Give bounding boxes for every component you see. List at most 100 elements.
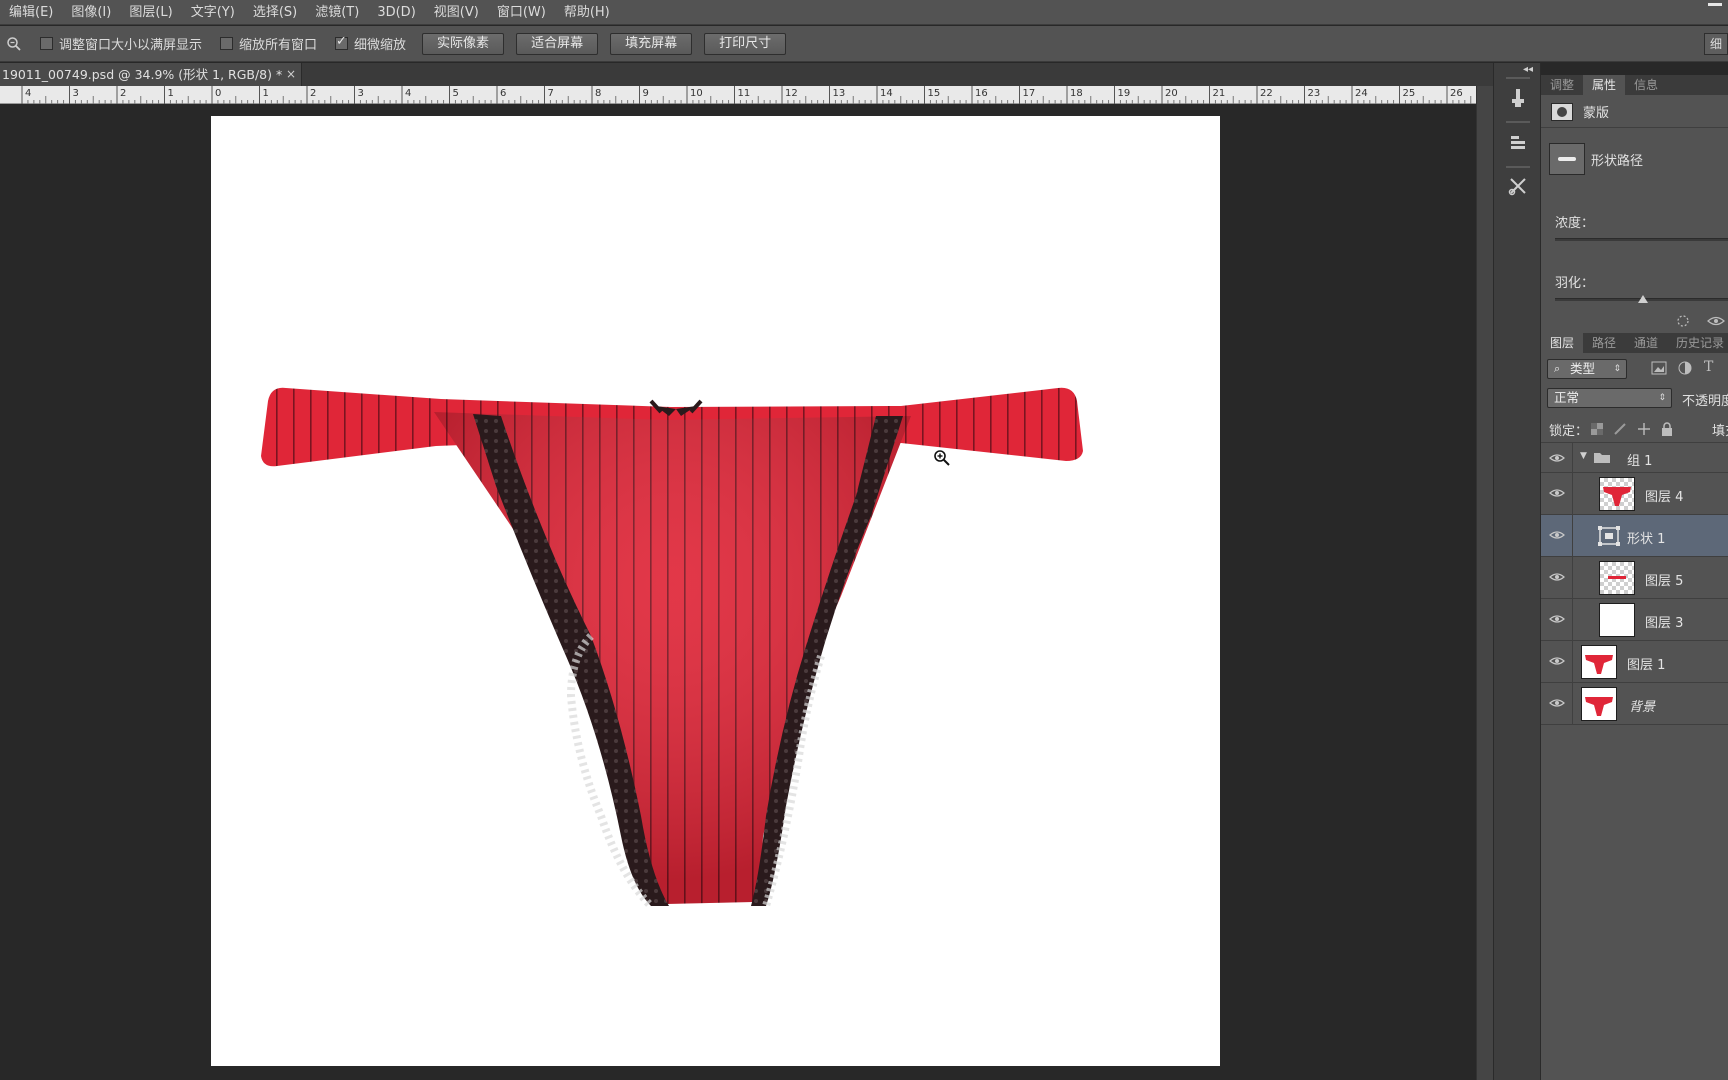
zoom-all-windows-checkbox[interactable]: 缩放所有窗口 [220,34,317,53]
dock-grip[interactable] [1506,77,1530,79]
mask-row: 蒙版 [1551,102,1609,121]
layer-filter-dropdown[interactable]: ⌕ 类型 ⇕ [1547,359,1627,379]
visibility-eye-icon[interactable] [1549,529,1565,541]
visibility-eye-icon[interactable] [1549,452,1565,464]
lock-label: 锁定： [1549,424,1589,439]
scrubby-zoom-checkbox[interactable]: 细微缩放 [335,34,406,53]
ruler-ticks: 4 3 2 1 0 1 2 3 4 5 6 7 8 9 10 11 12 13 14 15 16 17 18 19 20 21 22… [21,86,1472,104]
menu-select[interactable]: 选择(S) [244,0,306,25]
zoom-tool-icon[interactable] [2,32,26,56]
workspace-switcher-button[interactable]: 细 [1704,33,1728,55]
clone-source-icon[interactable] [1502,83,1534,113]
vertical-scrollbar[interactable] [1476,86,1493,1080]
horizontal-ruler[interactable]: 4 3 2 1 0 1 2 3 4 5 6 7 8 9 10 11 12 13 14 15 16 17 18 19 20 21 22… [0,86,1476,104]
layer-name: 图层 5 [1645,574,1684,589]
menu-layer[interactable]: 图层(L) [120,0,181,25]
tab-properties[interactable]: 属性 [1583,75,1626,95]
tab-layers[interactable]: 图层 [1541,333,1584,353]
document-tab-close-icon[interactable]: × [286,63,296,86]
blend-mode-dropdown[interactable]: 正常 ⇕ [1547,388,1672,408]
document-canvas[interactable] [211,116,1220,1066]
menu-bar: 编辑(E) 图像(I) 图层(L) 文字(Y) 选择(S) 滤镜(T) 3D(D… [0,0,1728,25]
collapse-panels-icon[interactable]: ◂◂ [1523,64,1533,75]
lock-all-icon[interactable] [1661,422,1673,440]
resize-windows-checkbox-box[interactable] [40,37,53,50]
layer-row-layer-4[interactable]: 图层 4 [1541,473,1728,515]
tool-presets-icon[interactable] [1502,171,1534,201]
window-minimize-button[interactable] [1708,3,1722,6]
lock-position-move-icon[interactable] [1637,422,1651,440]
shape-layer-icon [1597,525,1621,551]
chevron-updown-icon: ⇕ [1658,393,1666,403]
layer-name: 形状 1 [1627,532,1666,547]
filter-adjustment-icon[interactable] [1678,361,1692,379]
menu-image[interactable]: 图像(I) [62,0,120,25]
feather-slider-thumb[interactable] [1638,295,1649,303]
visibility-eye-icon[interactable] [1549,613,1565,625]
divider [1541,127,1728,128]
filter-pixel-icon[interactable] [1651,361,1667,379]
fill-screen-button[interactable]: 填充屏幕 [610,32,693,55]
load-selection-icon[interactable] [1676,314,1690,332]
resize-windows-checkbox[interactable]: 调整窗口大小以满屏显示 [40,34,202,53]
shape-path-label: 形状路径 [1591,153,1644,169]
layer-name: 图层 1 [1627,658,1666,673]
ruler-tick-label: 10 [690,88,703,99]
layer-comps-icon[interactable] [1502,127,1534,157]
tab-adjustments[interactable]: 调整 [1541,75,1583,95]
scrubby-zoom-checkbox-box[interactable] [335,34,349,50]
actual-pixels-button[interactable]: 实际像素 [422,32,505,55]
visibility-eye-icon[interactable] [1549,655,1565,667]
vector-mask-icon[interactable] [1549,143,1585,175]
menu-edit[interactable]: 编辑(E) [0,0,62,25]
expand-triangle-icon[interactable]: ▼ [1580,451,1587,461]
mask-icon[interactable] [1551,102,1573,121]
ruler-tick-label: 24 [1355,88,1368,99]
tab-history[interactable]: 历史记录 [1667,333,1728,353]
layer-row-group-1[interactable]: ▼ 组 1 [1541,443,1728,473]
lock-transparent-icon[interactable] [1591,423,1603,439]
document-tab[interactable]: 19011_00749.psd @ 34.9% (形状 1, RGB/8) * [0,63,302,86]
layer-row-layer-1[interactable]: 图层 1 [1541,641,1728,683]
ruler-tick-label: 16 [975,88,988,99]
menu-filter[interactable]: 滤镜(T) [306,0,368,25]
tab-info[interactable]: 信息 [1625,75,1667,95]
lock-image-brush-icon[interactable] [1613,422,1627,440]
dock-grip-2[interactable] [1506,121,1530,123]
menu-help[interactable]: 帮助(H) [555,0,619,25]
tab-paths[interactable]: 路径 [1583,333,1625,353]
filter-type-icon[interactable]: T [1704,359,1713,375]
visibility-eye-icon[interactable] [1549,697,1565,709]
ruler-tick-label: 20 [1165,88,1178,99]
ruler-tick-label: 11 [738,88,751,99]
menu-type[interactable]: 文字(Y) [182,0,244,25]
tab-channels[interactable]: 通道 [1625,333,1667,353]
layer-row-shape-1[interactable]: 形状 1 [1541,515,1728,557]
scrubby-zoom-label: 细微缩放 [354,38,407,53]
mask-visibility-icon[interactable] [1707,314,1725,332]
layer-row-layer-5[interactable]: 图层 5 [1541,557,1728,599]
ruler-tick-label: 0 [215,88,221,99]
density-slider[interactable] [1555,238,1728,241]
dock-grip-3[interactable] [1506,166,1530,168]
menu-3d[interactable]: 3D(D) [368,0,424,25]
filter-kind-value: 类型 [1570,361,1596,376]
fit-screen-button[interactable]: 适合屏幕 [516,32,599,55]
print-size-button[interactable]: 打印尺寸 [704,32,787,55]
zoom-all-checkbox-box[interactable] [220,37,234,50]
visibility-eye-icon[interactable] [1549,487,1565,499]
ruler-tick-label: 1 [263,88,269,99]
layer-row-layer-3[interactable]: 图层 3 [1541,599,1728,641]
ruler-tick-label: 9 [643,88,649,99]
menu-window[interactable]: 窗口(W) [488,0,555,25]
visibility-eye-icon[interactable] [1549,571,1565,583]
ruler-tick-label: 26 [1450,88,1463,99]
layer-separator [1572,557,1573,599]
ruler-tick-label: 22 [1260,88,1273,99]
ruler-tick-label: 17 [1023,88,1036,99]
folder-icon [1593,451,1611,468]
layer-row-background[interactable]: 背景 [1541,683,1728,725]
filter-search-icon: ⌕ [1554,362,1561,375]
menu-view[interactable]: 视图(V) [425,0,488,25]
ruler-tick-label: 25 [1403,88,1416,99]
